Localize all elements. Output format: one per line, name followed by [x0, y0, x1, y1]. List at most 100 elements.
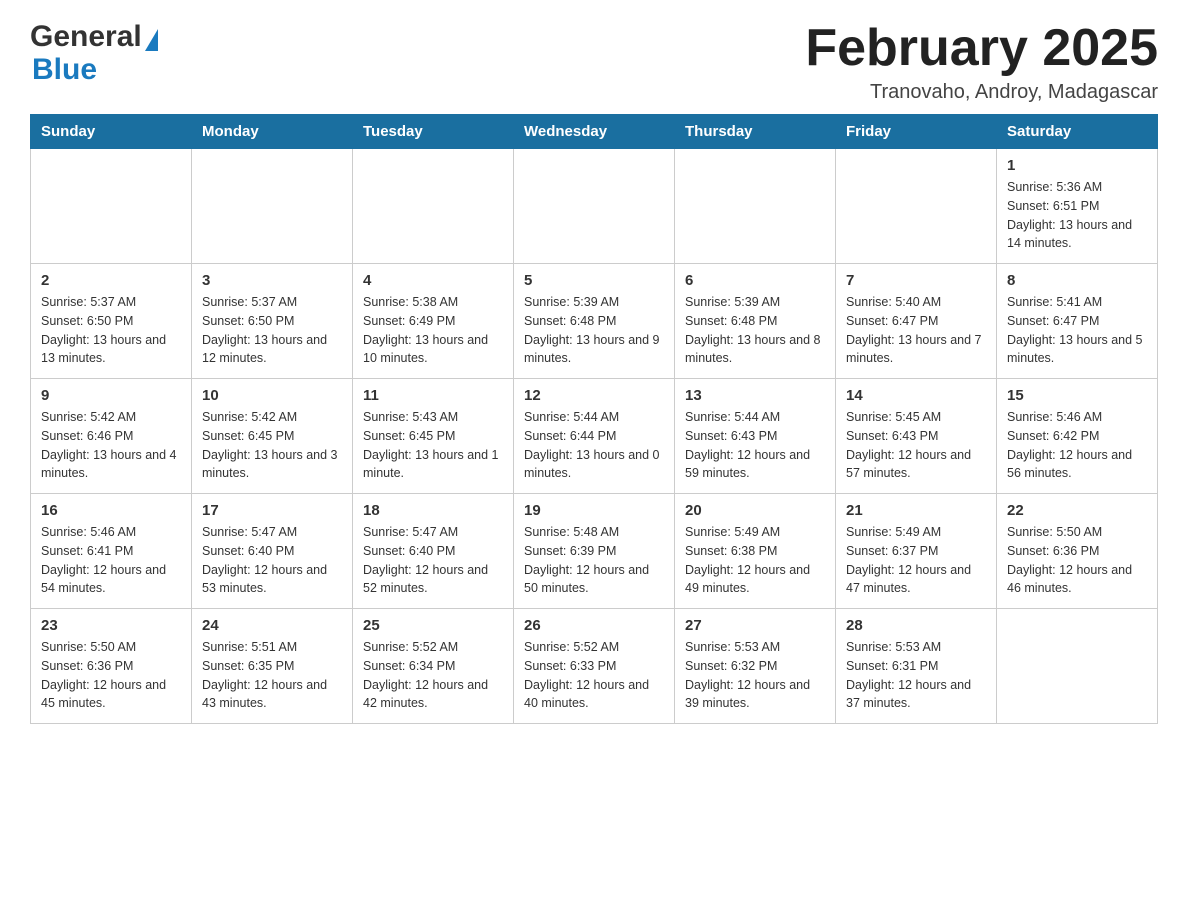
- table-row: 1 Sunrise: 5:36 AMSunset: 6:51 PMDaylight…: [997, 149, 1158, 264]
- day-info: Sunrise: 5:51 AMSunset: 6:35 PMDaylight:…: [202, 638, 342, 713]
- title-area: February 2025 Tranovaho, Androy, Madagas…: [805, 20, 1158, 104]
- table-row: 6Sunrise: 5:39 AMSunset: 6:48 PMDaylight…: [675, 264, 836, 379]
- day-number: 17: [202, 502, 342, 519]
- table-row: [31, 149, 192, 264]
- day-info: Sunrise: 5:39 AMSunset: 6:48 PMDaylight:…: [685, 293, 825, 368]
- day-info: Sunrise: 5:46 AMSunset: 6:41 PMDaylight:…: [41, 523, 181, 598]
- day-number: 9: [41, 387, 181, 404]
- day-info: Sunrise: 5:52 AMSunset: 6:34 PMDaylight:…: [363, 638, 503, 713]
- day-info: Sunrise: 5:41 AMSunset: 6:47 PMDaylight:…: [1007, 293, 1147, 368]
- calendar-week-row: 16 Sunrise: 5:46 AMSunset: 6:41 PMDayligh…: [31, 494, 1158, 609]
- day-number: 12: [524, 387, 664, 404]
- logo-container: General Blue: [30, 20, 158, 86]
- col-tuesday: Tuesday: [353, 115, 514, 149]
- day-info: Sunrise: 5:47 AMSunset: 6:40 PMDaylight:…: [202, 523, 342, 598]
- day-number: 1: [1007, 157, 1147, 174]
- table-row: 5 Sunrise: 5:39 AMSunset: 6:48 PMDaylight…: [514, 264, 675, 379]
- day-number: 16: [41, 502, 181, 519]
- day-info: Sunrise: 5:38 AMSunset: 6:49 PMDaylight:…: [363, 293, 503, 368]
- table-row: 20 Sunrise: 5:49 AMSunset: 6:38 PMDayligh…: [675, 494, 836, 609]
- location-subtitle: Tranovaho, Androy, Madagascar: [805, 81, 1158, 104]
- day-info: Sunrise: 5:42 AMSunset: 6:46 PMDaylight:…: [41, 408, 181, 483]
- day-info: Sunrise: 5:36 AMSunset: 6:51 PMDaylight:…: [1007, 178, 1147, 253]
- table-row: 14 Sunrise: 5:45 AMSunset: 6:43 PMDayligh…: [836, 379, 997, 494]
- month-title: February 2025: [805, 20, 1158, 77]
- table-row: 25 Sunrise: 5:52 AMSunset: 6:34 PMDayligh…: [353, 609, 514, 724]
- table-row: [353, 149, 514, 264]
- day-number: 22: [1007, 502, 1147, 519]
- day-info: Sunrise: 5:53 AMSunset: 6:31 PMDaylight:…: [846, 638, 986, 713]
- day-info: Sunrise: 5:39 AMSunset: 6:48 PMDaylight:…: [524, 293, 664, 368]
- table-row: 2 Sunrise: 5:37 AMSunset: 6:50 PMDaylight…: [31, 264, 192, 379]
- day-info: Sunrise: 5:43 AMSunset: 6:45 PMDaylight:…: [363, 408, 503, 483]
- day-info: Sunrise: 5:53 AMSunset: 6:32 PMDaylight:…: [685, 638, 825, 713]
- day-info: Sunrise: 5:40 AMSunset: 6:47 PMDaylight:…: [846, 293, 986, 368]
- table-row: 12 Sunrise: 5:44 AMSunset: 6:44 PMDayligh…: [514, 379, 675, 494]
- table-row: [675, 149, 836, 264]
- table-row: [997, 609, 1158, 724]
- day-info: Sunrise: 5:44 AMSunset: 6:43 PMDaylight:…: [685, 408, 825, 483]
- table-row: 16 Sunrise: 5:46 AMSunset: 6:41 PMDayligh…: [31, 494, 192, 609]
- table-row: 23 Sunrise: 5:50 AMSunset: 6:36 PMDayligh…: [31, 609, 192, 724]
- col-monday: Monday: [192, 115, 353, 149]
- day-number: 24: [202, 617, 342, 634]
- table-row: 4 Sunrise: 5:38 AMSunset: 6:49 PMDaylight…: [353, 264, 514, 379]
- logo-triangle-icon: [145, 29, 158, 51]
- day-number: 18: [363, 502, 503, 519]
- logo-general-text: General: [30, 20, 142, 53]
- day-number: 10: [202, 387, 342, 404]
- day-info: Sunrise: 5:45 AMSunset: 6:43 PMDaylight:…: [846, 408, 986, 483]
- calendar-week-row: 1 Sunrise: 5:36 AMSunset: 6:51 PMDaylight…: [31, 149, 1158, 264]
- table-row: 21Sunrise: 5:49 AMSunset: 6:37 PMDayligh…: [836, 494, 997, 609]
- header: General Blue February 2025 Tranovaho, An…: [30, 20, 1158, 104]
- day-number: 25: [363, 617, 503, 634]
- day-info: Sunrise: 5:37 AMSunset: 6:50 PMDaylight:…: [41, 293, 181, 368]
- day-number: 27: [685, 617, 825, 634]
- day-number: 2: [41, 272, 181, 289]
- table-row: 27 Sunrise: 5:53 AMSunset: 6:32 PMDayligh…: [675, 609, 836, 724]
- col-wednesday: Wednesday: [514, 115, 675, 149]
- calendar-header-row: Sunday Monday Tuesday Wednesday Thursday…: [31, 115, 1158, 149]
- table-row: 28Sunrise: 5:53 AMSunset: 6:31 PMDayligh…: [836, 609, 997, 724]
- day-info: Sunrise: 5:42 AMSunset: 6:45 PMDaylight:…: [202, 408, 342, 483]
- day-info: Sunrise: 5:37 AMSunset: 6:50 PMDaylight:…: [202, 293, 342, 368]
- day-number: 11: [363, 387, 503, 404]
- day-info: Sunrise: 5:49 AMSunset: 6:37 PMDaylight:…: [846, 523, 986, 598]
- day-info: Sunrise: 5:52 AMSunset: 6:33 PMDaylight:…: [524, 638, 664, 713]
- col-sunday: Sunday: [31, 115, 192, 149]
- table-row: [514, 149, 675, 264]
- day-info: Sunrise: 5:44 AMSunset: 6:44 PMDaylight:…: [524, 408, 664, 483]
- day-number: 23: [41, 617, 181, 634]
- day-number: 5: [524, 272, 664, 289]
- table-row: 15 Sunrise: 5:46 AMSunset: 6:42 PMDayligh…: [997, 379, 1158, 494]
- day-info: Sunrise: 5:46 AMSunset: 6:42 PMDaylight:…: [1007, 408, 1147, 483]
- day-number: 19: [524, 502, 664, 519]
- table-row: 26 Sunrise: 5:52 AMSunset: 6:33 PMDayligh…: [514, 609, 675, 724]
- day-number: 26: [524, 617, 664, 634]
- table-row: [192, 149, 353, 264]
- table-row: 11 Sunrise: 5:43 AMSunset: 6:45 PMDayligh…: [353, 379, 514, 494]
- day-number: 13: [685, 387, 825, 404]
- day-number: 15: [1007, 387, 1147, 404]
- day-number: 3: [202, 272, 342, 289]
- table-row: 8 Sunrise: 5:41 AMSunset: 6:47 PMDaylight…: [997, 264, 1158, 379]
- table-row: [836, 149, 997, 264]
- table-row: 10 Sunrise: 5:42 AMSunset: 6:45 PMDayligh…: [192, 379, 353, 494]
- col-saturday: Saturday: [997, 115, 1158, 149]
- table-row: 13 Sunrise: 5:44 AMSunset: 6:43 PMDayligh…: [675, 379, 836, 494]
- day-info: Sunrise: 5:50 AMSunset: 6:36 PMDaylight:…: [41, 638, 181, 713]
- calendar-week-row: 9 Sunrise: 5:42 AMSunset: 6:46 PMDaylight…: [31, 379, 1158, 494]
- calendar-week-row: 2 Sunrise: 5:37 AMSunset: 6:50 PMDaylight…: [31, 264, 1158, 379]
- calendar-table: Sunday Monday Tuesday Wednesday Thursday…: [30, 114, 1158, 724]
- day-number: 4: [363, 272, 503, 289]
- day-info: Sunrise: 5:49 AMSunset: 6:38 PMDaylight:…: [685, 523, 825, 598]
- table-row: 3 Sunrise: 5:37 AMSunset: 6:50 PMDaylight…: [192, 264, 353, 379]
- logo-blue-text: Blue: [32, 53, 97, 86]
- day-number: 8: [1007, 272, 1147, 289]
- day-number: 14: [846, 387, 986, 404]
- day-number: 20: [685, 502, 825, 519]
- table-row: 9 Sunrise: 5:42 AMSunset: 6:46 PMDaylight…: [31, 379, 192, 494]
- day-info: Sunrise: 5:48 AMSunset: 6:39 PMDaylight:…: [524, 523, 664, 598]
- day-info: Sunrise: 5:47 AMSunset: 6:40 PMDaylight:…: [363, 523, 503, 598]
- table-row: 22Sunrise: 5:50 AMSunset: 6:36 PMDayligh…: [997, 494, 1158, 609]
